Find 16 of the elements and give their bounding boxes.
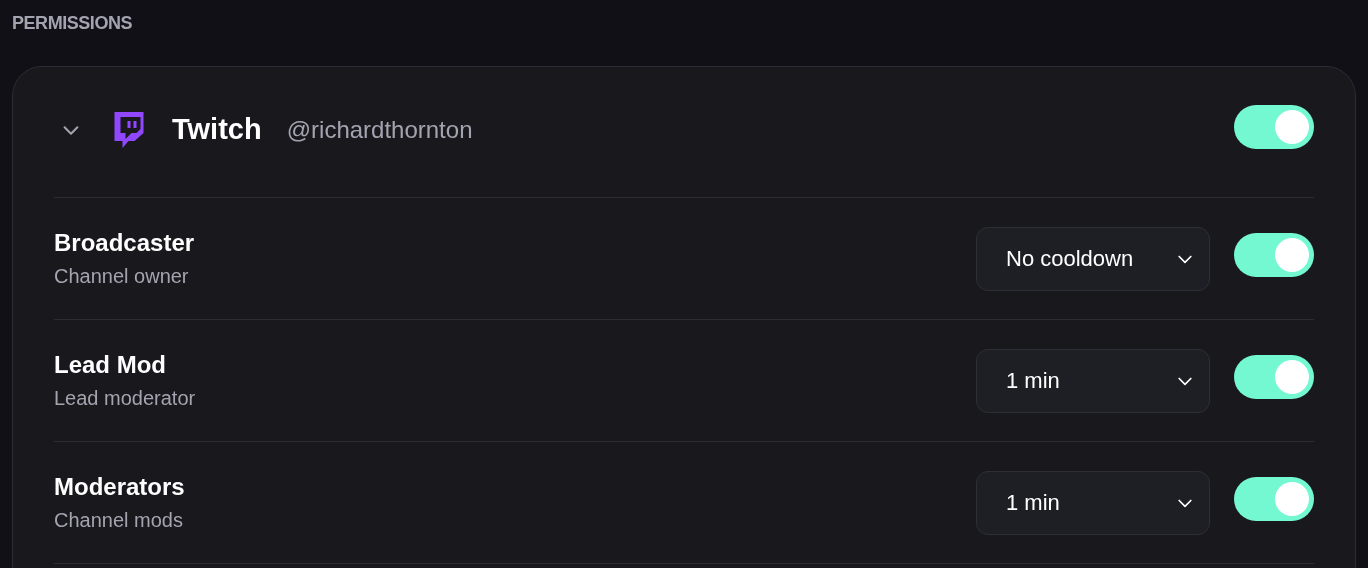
role-description: Channel owner [54, 263, 190, 289]
cooldown-dropdown[interactable]: No cooldown [976, 226, 1210, 291]
platform-name: Twitch [172, 112, 262, 148]
section-title: PERMISSIONS [12, 12, 134, 34]
role-description: Channel mods [54, 507, 184, 533]
toggle-switch[interactable] [1234, 233, 1314, 277]
role-name: Broadcaster [54, 227, 195, 258]
toggle-switch[interactable] [1234, 477, 1314, 521]
role-description: Lead moderator [54, 385, 196, 411]
role-name: Lead Mod [54, 349, 167, 380]
account-handle: @richardthornton [286, 115, 473, 145]
role-name: Moderators [54, 471, 185, 502]
toggle-switch[interactable] [1234, 104, 1314, 149]
toggle-switch[interactable] [1234, 355, 1314, 399]
cooldown-dropdown[interactable]: 1 min [976, 470, 1210, 535]
cooldown-dropdown[interactable]: 1 min [976, 348, 1210, 413]
